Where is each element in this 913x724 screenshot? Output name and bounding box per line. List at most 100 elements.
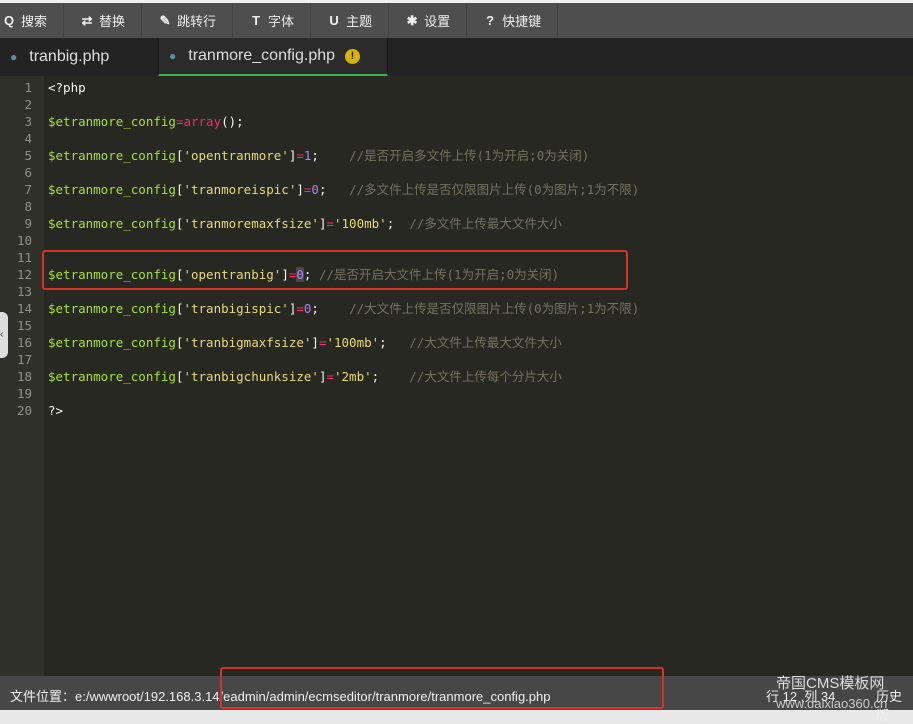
toolbar-button-4[interactable]: U主题	[311, 3, 389, 38]
line-number: 1	[0, 79, 32, 96]
unsaved-warning-icon: !	[345, 49, 360, 64]
tab-bar: ● tranbig.php ● tranmore_config.php !	[0, 38, 913, 76]
path-highlight-box	[220, 667, 664, 709]
search-icon: Q	[0, 13, 18, 28]
code-text: $etranmore_config['opentranbig']=0; //是否…	[48, 266, 559, 283]
code-line: 7$etranmore_config['tranmoreispic']=0; /…	[0, 181, 913, 198]
code-token: 'opentranmore'	[183, 148, 288, 163]
side-panel-toggle[interactable]: ‹	[0, 312, 8, 358]
code-token: 'tranbigispic'	[183, 301, 288, 316]
code-editor[interactable]: 1 <?php 23 $etranmore_config=array(); 45 $etr…	[0, 76, 913, 676]
code-line: 2	[0, 96, 913, 113]
line-number: 10	[0, 232, 32, 249]
pin-icon: ✎	[156, 13, 174, 29]
line-number: 13	[0, 283, 32, 300]
line-number: 7	[0, 181, 32, 198]
code-token: ;	[311, 148, 349, 163]
watermark-url: www.daixiao360.cn	[776, 696, 887, 711]
tab-tranmore-config[interactable]: ● tranmore_config.php !	[158, 38, 388, 76]
code-token: '2mb'	[334, 369, 372, 384]
code-token: ;	[304, 267, 319, 282]
code-text: <?php	[48, 79, 86, 96]
code-line: 10	[0, 232, 913, 249]
code-line: 18$etranmore_config['tranbigchunksize']=…	[0, 368, 913, 385]
code-token: ;	[372, 369, 410, 384]
code-line: 8	[0, 198, 913, 215]
toolbar-label: 替换	[99, 11, 125, 30]
php-file-icon: ●	[10, 50, 17, 64]
code-token: //多文件上传最大文件大小	[409, 216, 562, 231]
toolbar-button-3[interactable]: T字体	[233, 3, 311, 38]
code-text: $etranmore_config=array();	[48, 113, 244, 130]
code-token: $etranmore_config	[48, 369, 176, 384]
code-line: 13	[0, 283, 913, 300]
toolbar-button-1[interactable]: ⇄替换	[64, 3, 142, 38]
tab-label: tranbig.php	[29, 48, 109, 66]
code-token: =	[296, 301, 304, 316]
code-token: ;	[319, 182, 349, 197]
code-line: 1 <?php	[0, 79, 913, 96]
replace-icon: ⇄	[78, 13, 96, 29]
code-line: 16$etranmore_config['tranbigmaxfsize']='…	[0, 334, 913, 351]
tab-label: tranmore_config.php	[188, 47, 335, 65]
code-line: 14$etranmore_config['tranbigispic']=0; /…	[0, 300, 913, 317]
code-line: 20?>	[0, 402, 913, 419]
toolbar: Q搜索⇄替换✎跳转行T字体U主题✱设置?快捷键	[0, 0, 913, 38]
code-token: //大文件上传是否仅限图片上传(0为图片;1为不限)	[349, 301, 639, 316]
code-token: ]	[281, 267, 289, 282]
code-token: 0	[296, 267, 304, 282]
code-line: 5 $etranmore_config['opentranmore']=1; //…	[0, 147, 913, 164]
code-text: $etranmore_config['tranbigispic']=0; //大…	[48, 300, 639, 317]
code-line: 9$etranmore_config['tranmoremaxfsize']='…	[0, 215, 913, 232]
code-token: $etranmore_config	[48, 114, 176, 129]
toolbar-label: 字体	[268, 11, 294, 30]
line-number: 6	[0, 164, 32, 181]
code-token: ]	[311, 335, 319, 350]
code-token: 'tranbigchunksize'	[183, 369, 318, 384]
php-file-icon: ●	[169, 49, 176, 63]
code-text: $etranmore_config['tranbigchunksize']='2…	[48, 368, 562, 385]
code-token: //大文件上传每个分片大小	[409, 369, 562, 384]
code-line: 19	[0, 385, 913, 402]
toolbar-label: 设置	[424, 11, 450, 30]
code-token: ;	[311, 301, 349, 316]
code-token: ;	[379, 335, 409, 350]
theme-icon: U	[325, 13, 343, 28]
line-number: 5	[0, 147, 32, 164]
code-token: array	[183, 114, 221, 129]
code-line: 4	[0, 130, 913, 147]
toolbar-label: 主题	[346, 11, 372, 30]
tab-tranbig[interactable]: ● tranbig.php	[0, 38, 158, 76]
code-token: '100mb'	[326, 335, 379, 350]
help-icon: ?	[481, 13, 499, 28]
code-line: 12 $etranmore_config['opentranbig']=0; //…	[0, 266, 913, 283]
line-number: 11	[0, 249, 32, 266]
code-token: $etranmore_config	[48, 182, 176, 197]
code-line: 17	[0, 351, 913, 368]
toolbar-button-2[interactable]: ✎跳转行	[142, 3, 233, 38]
code-token: //是否开启多文件上传(1为开启;0为关闭)	[349, 148, 589, 163]
code-token: ]	[296, 182, 304, 197]
code-token: =	[326, 369, 334, 384]
code-token: //大文件上传最大文件大小	[409, 335, 562, 350]
gear-icon: ✱	[403, 13, 421, 29]
code-token: $etranmore_config	[48, 267, 176, 282]
line-number: 9	[0, 215, 32, 232]
code-token: //多文件上传是否仅限图片上传(0为图片;1为不限)	[349, 182, 639, 197]
toolbar-button-5[interactable]: ✱设置	[389, 3, 467, 38]
line-number: 3	[0, 113, 32, 130]
code-text: $etranmore_config['opentranmore']=1; //是…	[48, 147, 589, 164]
line-number: 12	[0, 266, 32, 283]
toolbar-label: 跳转行	[177, 11, 216, 30]
line-number: 4	[0, 130, 32, 147]
code-token: ?>	[48, 403, 63, 418]
code-token: <?php	[48, 80, 86, 95]
code-token: $etranmore_config	[48, 216, 176, 231]
toolbar-button-0[interactable]: Q搜索	[0, 3, 64, 38]
code-token: 0	[311, 182, 319, 197]
code-token: 'tranmoreispic'	[183, 182, 296, 197]
code-token: =	[326, 216, 334, 231]
toolbar-label: 搜索	[21, 11, 47, 30]
line-number: 2	[0, 96, 32, 113]
toolbar-button-6[interactable]: ?快捷键	[467, 3, 558, 38]
